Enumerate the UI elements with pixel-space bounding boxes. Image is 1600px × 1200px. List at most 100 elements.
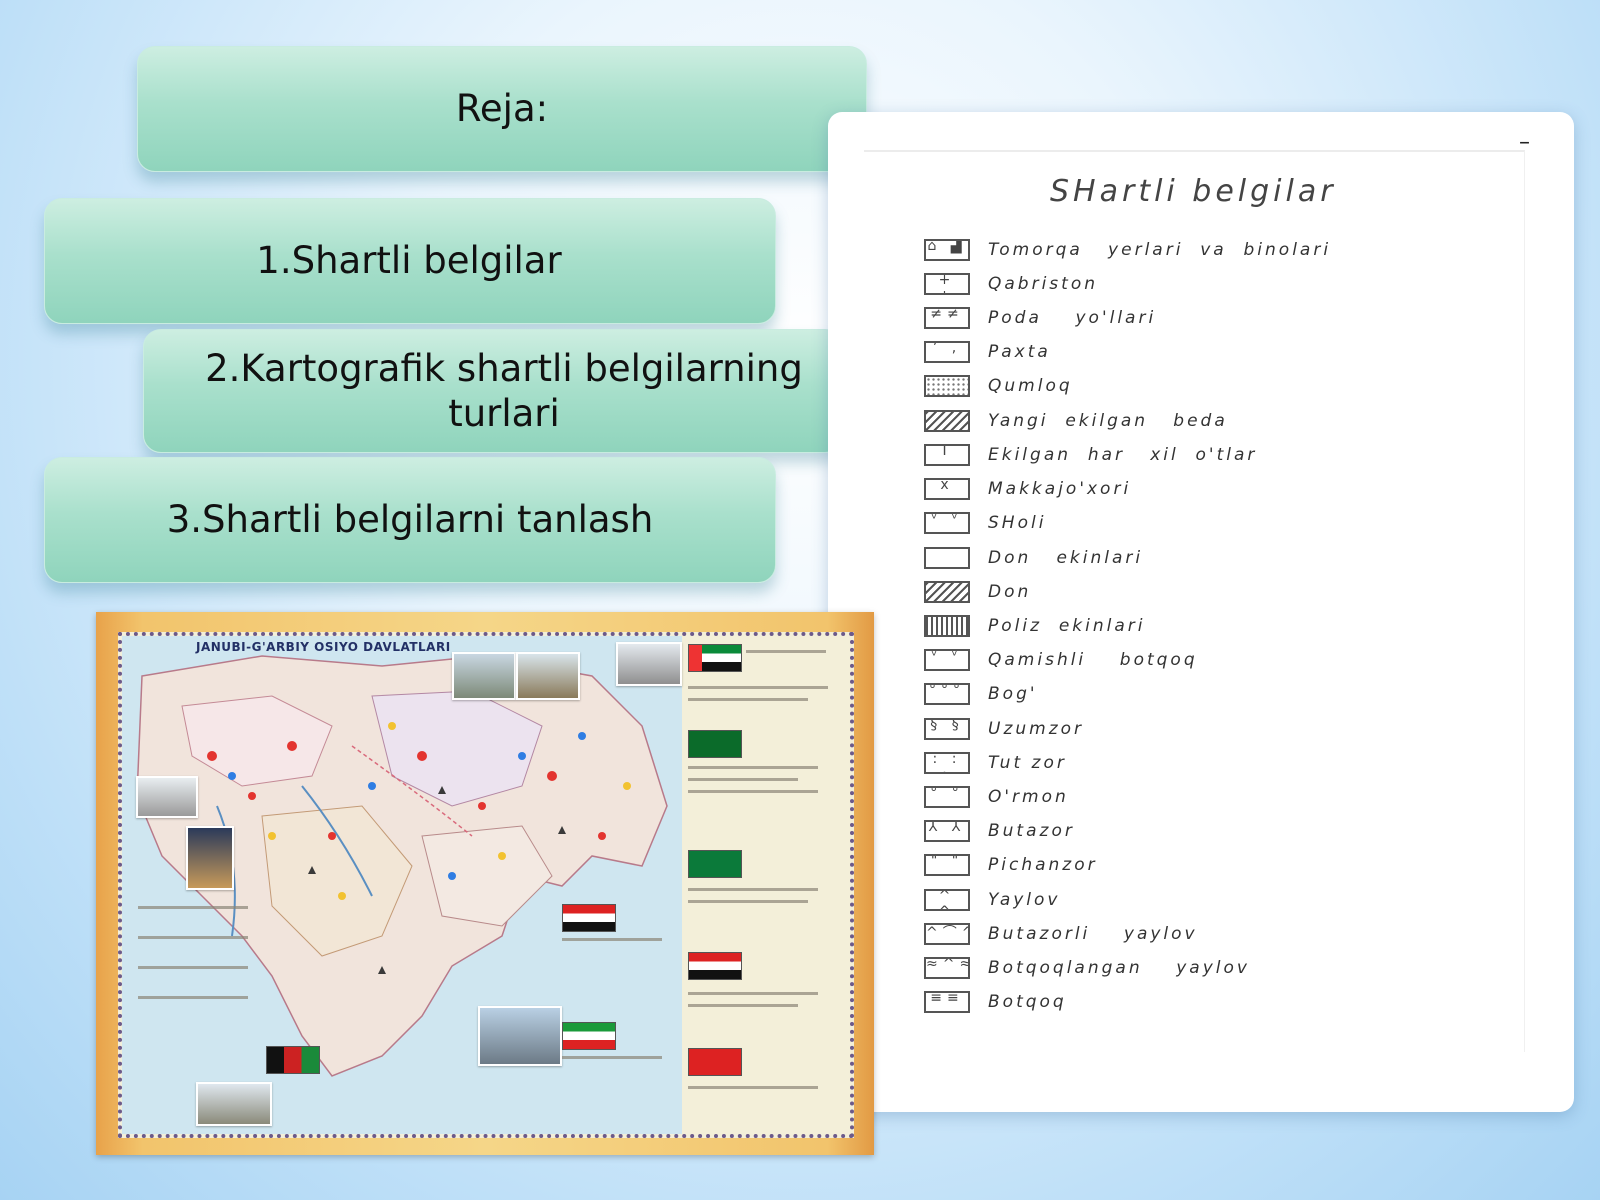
legend-row: " " Pichanzor [924,851,1098,879]
corner-mark: – [1519,130,1530,155]
alfalfa-new-icon [924,410,970,432]
swampy-pasture-icon: ≈^≈ [924,957,970,979]
legend-row: ^ ^ Yaylov [924,886,1061,914]
vineyard-icon: § § [924,718,970,740]
rice-icon: ᵛ ᵛ [924,512,970,534]
plan-item-2-box: 2.Kartografik shartli belgilarning turla… [143,329,843,453]
mulberry-icon: : : : [924,752,970,774]
pakistan-flag-icon [688,730,742,758]
legend-row: °°° Bog' [924,680,1038,708]
atlas-photo [452,652,516,700]
legend-row: ≡≡ Botqoq [924,988,1067,1016]
legend-row: ⅄ ⅄ Butazor [924,817,1075,845]
info-text-block [746,650,826,653]
grain-crops-icon [924,547,970,569]
legend-label: Don [988,582,1032,602]
legend-label: Qabriston [988,274,1098,294]
legend-row: : : : Tut zor [924,749,1067,777]
legend-row: § § Uzumzor [924,715,1084,743]
legend-label: O'rmon [988,787,1069,807]
shrub-pasture-icon: ^⌒^ [924,923,970,945]
cotton-icon: ʼ , [924,341,970,363]
saudi-flag-icon [688,850,742,878]
syria-flag-icon [688,952,742,980]
info-text-block [138,996,248,999]
legend-label: Qumloq [988,376,1073,396]
info-text-block [562,938,662,941]
info-text-block [688,1086,818,1089]
legend-row: ≈^≈ Botqoqlangan yaylov [924,954,1250,982]
legend-row: x Makkajo'xori [924,475,1131,503]
atlas-title: JANUBI-G'ARBIY OSIYO DAVLATLARI [196,640,451,654]
plan-item-1-box: 1.Shartli belgilar [44,198,776,324]
legend-label: Butazor [988,821,1075,841]
swamp-icon: ≡≡ [924,991,970,1013]
hayfield-icon: " " [924,854,970,876]
legend-label: Tomorqa yerlari va binolari [988,240,1332,260]
info-text-block [138,966,248,969]
info-text-block [688,686,828,689]
legend-row: T Ekilgan har xil o'tlar [924,441,1257,469]
plan-item-3-box: 3.Shartli belgilarni tanlash [44,457,776,583]
legend-row: ᵛ ᵛ Qamishli botqoq [924,646,1198,674]
plan-item-1: 1.Shartli belgilar [256,239,562,283]
legend-label: Poda yo'llari [988,308,1157,328]
plan-item-3: 3.Shartli belgilarni tanlash [166,498,654,542]
atlas-photo [616,642,682,686]
info-text-block [688,698,808,701]
reed-swamp-icon: ᵛ ᵛ [924,649,970,671]
info-text-block [688,900,808,903]
gardens-buildings-icon: ⌂ ▟ [924,239,970,261]
legend-row: ⌂ ▟ Tomorqa yerlari va binolari [924,236,1331,264]
info-text-block [688,778,798,781]
legend-row: Don ekinlari [924,544,1143,572]
legend-label: Botqoqlangan yaylov [988,958,1250,978]
legend-row: Poliz ekinlari [924,612,1145,640]
legend-label: Qamishli botqoq [988,650,1198,670]
legend-sheet: – SHartli belgilar ⌂ ▟ Tomorqa yerlari v… [828,112,1574,1112]
uae-flag-icon [688,644,742,672]
atlas-photo [516,652,580,700]
atlas-photo [196,1082,272,1126]
legend-row: Qumloq [924,372,1073,400]
plan-title: Reja: [455,87,549,131]
corn-icon: x [924,478,970,500]
plan-item-2: 2.Kartografik shartli belgilarning turla… [205,346,803,435]
cattle-roads-icon: ≠≠ [924,307,970,329]
legend-label: Uzumzor [988,719,1085,739]
legend-label: Bog' [988,684,1038,704]
info-text-block [688,992,818,995]
legend-label: SHoli [988,513,1047,533]
legend-label: Ekilgan har xil o'tlar [988,445,1258,465]
atlas-photo [136,776,198,818]
legend-title: SHartli belgilar [1050,174,1337,209]
legend-label: Butazorli yaylov [988,924,1198,944]
legend-row: Yangi ekilgan beda [924,407,1228,435]
legend-label: Yangi ekilgan beda [988,411,1228,431]
sand-icon [924,375,970,397]
info-text-block [562,1056,662,1059]
atlas-photo [186,826,234,890]
atlas-map-image: JANUBI-G'ARBIY OSIYO DAVLATLARI [96,612,874,1155]
iran-flag-icon [562,1022,616,1050]
orchard-icon: °°° [924,683,970,705]
mixed-grass-icon: T [924,444,970,466]
legend-row: ≠≠ Poda yo'llari [924,304,1156,332]
legend-label: Don ekinlari [988,548,1144,568]
legend-row: ᵛ ᵛ SHoli [924,509,1046,537]
legend-label: Pichanzor [988,855,1098,875]
legend-label: Paxta [988,342,1051,362]
melon-crops-icon [924,615,970,637]
legend-row: ʼ , Paxta [924,338,1051,366]
grain-icon [924,581,970,603]
legend-label: Makkajo'xori [988,479,1132,499]
info-text-block [688,766,818,769]
shrubs-icon: ⅄ ⅄ [924,820,970,842]
legend-row: ° ° O'rmon [924,783,1069,811]
afghanistan-flag-icon [266,1046,320,1074]
legend-row: ^⌒^ Butazorli yaylov [924,920,1198,948]
legend-row: + + Qabriston [924,270,1098,298]
turkey-flag-icon [688,1048,742,1076]
info-text-block [138,906,248,909]
legend-label: Poliz ekinlari [988,616,1146,636]
